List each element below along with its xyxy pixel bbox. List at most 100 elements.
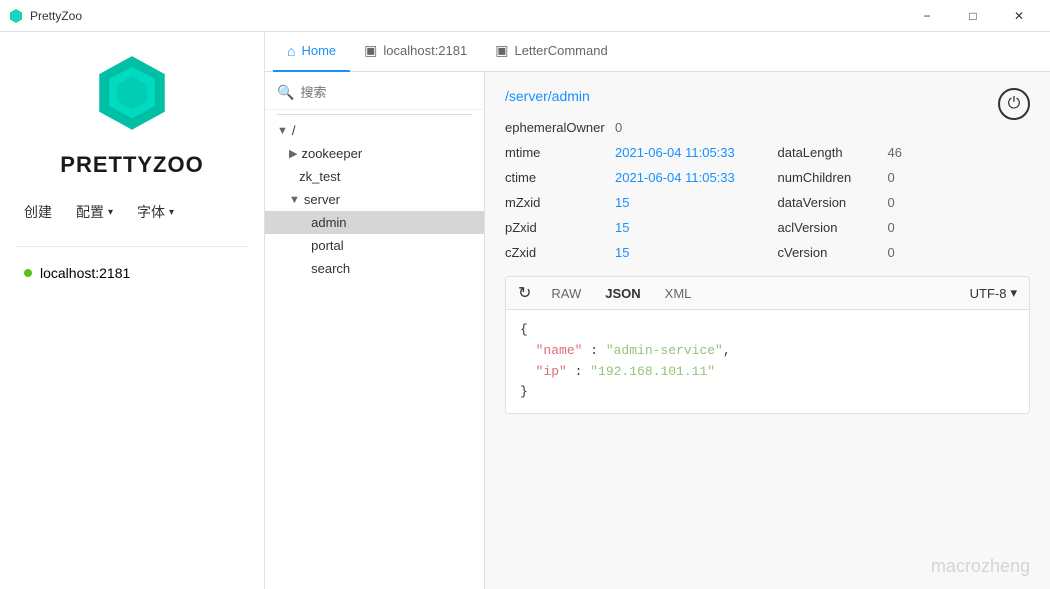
server-item-localhost[interactable]: localhost:2181 xyxy=(16,259,248,287)
arrow-portal xyxy=(301,240,307,252)
power-button[interactable]: ⏻ xyxy=(998,88,1030,120)
pzxid-key: pZxid xyxy=(505,220,605,235)
window-controls: − □ ✕ xyxy=(904,0,1042,32)
format-raw-button[interactable]: RAW xyxy=(547,284,585,303)
prop-ctime: ctime 2021-06-04 11:05:33 xyxy=(505,170,758,185)
tree-panel: 🔍 ▼ / ▶ zookeeper zk_test xyxy=(265,72,485,589)
aclversion-key: aclVersion xyxy=(778,220,878,235)
ctime-key: ctime xyxy=(505,170,605,185)
mtime-value: 2021-06-04 11:05:33 xyxy=(615,145,735,160)
tree-node-root[interactable]: ▼ / xyxy=(265,119,484,142)
search-input[interactable] xyxy=(300,85,472,100)
prop-aclversion: aclVersion 0 xyxy=(778,220,1031,235)
app-title: PrettyZoo xyxy=(30,9,904,23)
letter-icon: ▣ xyxy=(495,42,508,59)
refresh-button[interactable]: ↻ xyxy=(518,283,531,303)
logo-hexagon xyxy=(87,52,177,142)
datalength-value: 46 xyxy=(888,145,902,160)
format-xml-button[interactable]: XML xyxy=(661,284,696,303)
tree-label-admin: admin xyxy=(311,215,346,230)
right-panel: ⌂ Home ▣ localhost:2181 ▣ LetterCommand … xyxy=(265,32,1050,589)
json-line-2: "name" : "admin-service", xyxy=(520,341,1015,362)
config-button[interactable]: 配置 ▾ xyxy=(68,198,121,226)
server-icon: ▣ xyxy=(364,42,377,59)
encoding-label: UTF-8 xyxy=(970,286,1007,301)
mzxid-value: 15 xyxy=(615,195,629,210)
minimize-button[interactable]: − xyxy=(904,0,950,32)
tree-label-zktest: zk_test xyxy=(299,169,340,184)
arrow-server: ▼ xyxy=(289,194,300,206)
tree-node-portal[interactable]: portal xyxy=(265,234,484,257)
close-button[interactable]: ✕ xyxy=(996,0,1042,32)
encoding-selector[interactable]: UTF-8 ▾ xyxy=(970,285,1017,301)
arrow-search xyxy=(301,263,307,275)
tree-node-server[interactable]: ▼ server xyxy=(265,188,484,211)
tree-node-zookeeper[interactable]: ▶ zookeeper xyxy=(265,142,484,165)
status-dot xyxy=(24,269,32,277)
properties-grid: ephemeralOwner 0 mtime 2021-06-04 11:05:… xyxy=(505,120,1030,260)
prop-dataversion: dataVersion 0 xyxy=(778,195,1031,210)
prop-datalength: dataLength 46 xyxy=(778,145,1031,160)
editor-content: { "name" : "admin-service", "ip" : "192.… xyxy=(506,310,1029,413)
prop-mzxid: mZxid 15 xyxy=(505,195,758,210)
czxid-key: cZxid xyxy=(505,245,605,260)
json-line-3: "ip" : "192.168.101.11" xyxy=(520,362,1015,383)
tree-label-portal: portal xyxy=(311,238,344,253)
mtime-key: mtime xyxy=(505,145,605,160)
tab-localhost[interactable]: ▣ localhost:2181 xyxy=(350,32,481,72)
tree-label-search: search xyxy=(311,261,350,276)
editor-area: ↻ RAW JSON XML UTF-8 ▾ { xyxy=(505,276,1030,414)
mzxid-key: mZxid xyxy=(505,195,605,210)
numchildren-value: 0 xyxy=(888,170,895,185)
prop-mtime: mtime 2021-06-04 11:05:33 xyxy=(505,145,758,160)
tree-node-search[interactable]: search xyxy=(265,257,484,280)
arrow-admin xyxy=(301,217,307,229)
tree-label-server: server xyxy=(304,192,340,207)
tree-label-zookeeper: zookeeper xyxy=(301,146,362,161)
content-area: 🔍 ▼ / ▶ zookeeper zk_test xyxy=(265,72,1050,589)
prop-pzxid: pZxid 15 xyxy=(505,220,758,235)
search-box: 🔍 xyxy=(265,80,484,110)
aclversion-value: 0 xyxy=(888,220,895,235)
czxid-value: 15 xyxy=(615,245,629,260)
tree-node-admin[interactable]: admin xyxy=(265,211,484,234)
encoding-arrow: ▾ xyxy=(1010,285,1017,301)
tab-localhost-label: localhost:2181 xyxy=(383,43,467,58)
app-icon xyxy=(8,8,24,24)
ephemeralowner-key: ephemeralOwner xyxy=(505,120,605,135)
tree-node-zktest[interactable]: zk_test xyxy=(265,165,484,188)
sidebar: PRETTYZOO 创建 配置 ▾ 字体 ▾ localhost:2181 xyxy=(0,32,265,589)
prop-numchildren: numChildren 0 xyxy=(778,170,1031,185)
maximize-button[interactable]: □ xyxy=(950,0,996,32)
app-body: PRETTYZOO 创建 配置 ▾ 字体 ▾ localhost:2181 ⌂ … xyxy=(0,32,1050,589)
datalength-key: dataLength xyxy=(778,145,878,160)
tab-home[interactable]: ⌂ Home xyxy=(273,32,350,72)
tab-lettercommand[interactable]: ▣ LetterCommand xyxy=(481,32,621,72)
search-icon: 🔍 xyxy=(277,84,294,101)
editor-toolbar: ↻ RAW JSON XML UTF-8 ▾ xyxy=(506,277,1029,310)
ctime-value: 2021-06-04 11:05:33 xyxy=(615,170,735,185)
home-icon: ⌂ xyxy=(287,43,295,59)
format-json-button[interactable]: JSON xyxy=(601,284,644,303)
ephemeralowner-value: 0 xyxy=(615,120,622,135)
create-button[interactable]: 创建 xyxy=(16,198,60,226)
tree-label-root: / xyxy=(292,123,296,138)
font-button[interactable]: 字体 ▾ xyxy=(129,198,182,226)
prop-ephemeralowner: ephemeralOwner 0 xyxy=(505,120,758,135)
tab-bar: ⌂ Home ▣ localhost:2181 ▣ LetterCommand xyxy=(265,32,1050,72)
cversion-key: cVersion xyxy=(778,245,878,260)
numchildren-key: numChildren xyxy=(778,170,878,185)
tab-letter-label: LetterCommand xyxy=(514,43,607,58)
logo-text: PRETTYZOO xyxy=(60,152,203,178)
server-name: localhost:2181 xyxy=(40,265,130,281)
cversion-value: 0 xyxy=(888,245,895,260)
sidebar-actions: 创建 配置 ▾ 字体 ▾ xyxy=(16,198,248,226)
titlebar: PrettyZoo − □ ✕ xyxy=(0,0,1050,32)
arrow-zookeeper: ▶ xyxy=(289,147,297,160)
dataversion-value: 0 xyxy=(888,195,895,210)
logo-area: PRETTYZOO xyxy=(16,52,248,178)
dataversion-key: dataVersion xyxy=(778,195,878,210)
json-line-1: { xyxy=(520,320,1015,341)
tab-home-label: Home xyxy=(301,43,336,58)
node-path: /server/admin xyxy=(505,88,1030,104)
